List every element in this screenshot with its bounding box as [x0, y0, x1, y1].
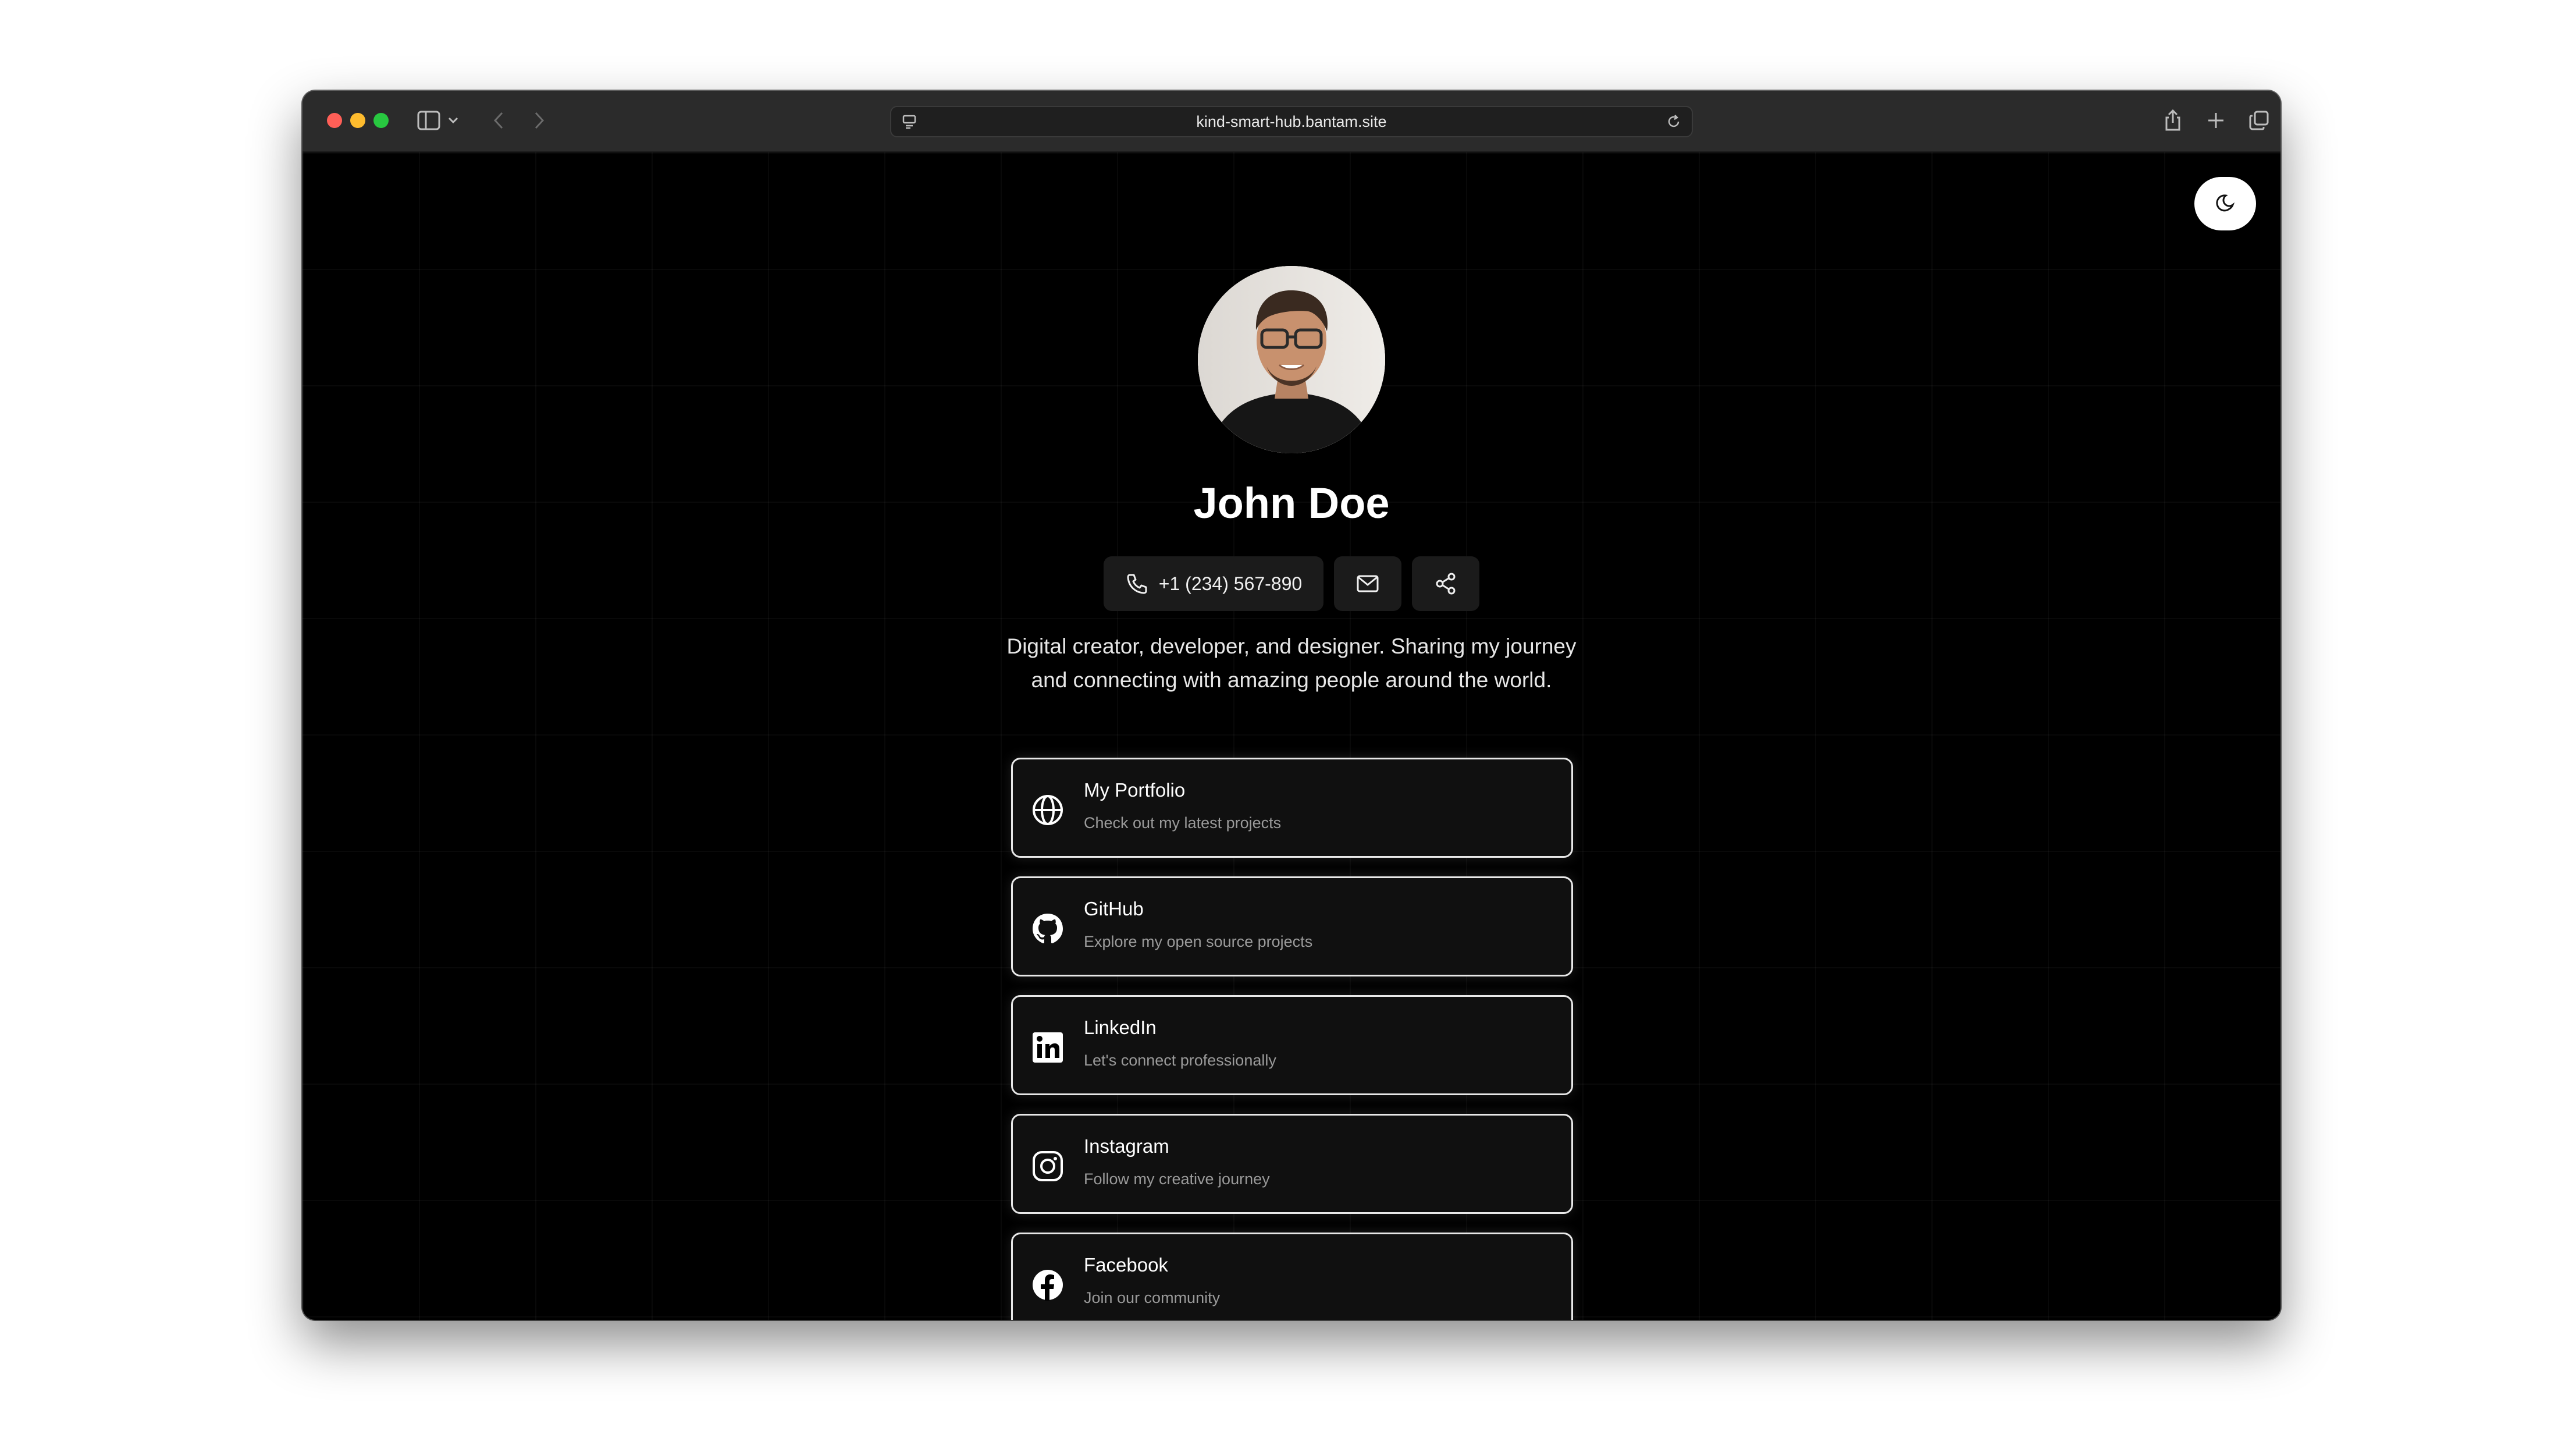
linkedin-icon: [1030, 1030, 1065, 1065]
link-title: GitHub: [1084, 898, 1144, 919]
link-title: My Portfolio: [1084, 779, 1186, 801]
link-subtitle: Check out my latest projects: [1084, 814, 1282, 832]
share-profile-button[interactable]: [1412, 556, 1479, 611]
contact-actions: +1 (234) 567-890: [303, 556, 2280, 611]
instagram-icon: [1030, 1149, 1065, 1184]
theme-toggle-button[interactable]: [2194, 177, 2256, 230]
link-card-github[interactable]: GitHub Explore my open source projects: [1011, 876, 1573, 976]
maximize-window-button[interactable]: [373, 113, 389, 128]
share-nodes-icon: [1436, 573, 1456, 595]
link-card-facebook[interactable]: Facebook Join our community: [1011, 1233, 1573, 1320]
profile-bio: Digital creator, developer, and designer…: [1006, 634, 1577, 692]
link-card-portfolio[interactable]: My Portfolio Check out my latest project…: [1011, 758, 1573, 858]
link-subtitle: Join our community: [1084, 1289, 1221, 1306]
github-icon: [1030, 911, 1065, 946]
link-title: LinkedIn: [1084, 1017, 1157, 1038]
url-text: kind-smart-hub.bantam.site: [1196, 112, 1387, 130]
phone-number: +1 (234) 567-890: [1158, 573, 1303, 594]
tab-overview-icon[interactable]: [2244, 106, 2273, 135]
browser-window: kind-smart-hub.bantam.site John Doe +1 (…: [303, 91, 2280, 1320]
link-title: Facebook: [1084, 1254, 1168, 1276]
avatar: [1198, 266, 1385, 453]
mail-icon: [1357, 575, 1379, 592]
forward-icon[interactable]: [525, 106, 554, 135]
browser-toolbar: kind-smart-hub.bantam.site: [303, 91, 2280, 152]
share-icon[interactable]: [2158, 106, 2187, 135]
reload-icon[interactable]: [1659, 107, 1688, 136]
chevron-down-icon[interactable]: [444, 106, 462, 135]
phone-icon: [1127, 574, 1147, 594]
moon-icon: [2216, 194, 2235, 212]
link-subtitle: Explore my open source projects: [1084, 933, 1313, 950]
email-button[interactable]: [1334, 556, 1401, 611]
profile-name: John Doe: [1193, 479, 1390, 527]
link-card-instagram[interactable]: Instagram Follow my creative journey: [1011, 1114, 1573, 1214]
link-subtitle: Follow my creative journey: [1084, 1170, 1270, 1188]
close-window-button[interactable]: [327, 113, 342, 128]
page-content: John Doe +1 (234) 567-890 Digital creato…: [303, 152, 2280, 1320]
link-card-linkedin[interactable]: LinkedIn Let's connect professionally: [1011, 995, 1573, 1095]
globe-icon: [1030, 793, 1065, 828]
link-list: My Portfolio Check out my latest project…: [1011, 758, 1573, 1320]
phone-button[interactable]: +1 (234) 567-890: [1104, 556, 1323, 611]
new-tab-icon[interactable]: [2201, 106, 2230, 135]
sidebar-toggle-icon[interactable]: [414, 106, 443, 135]
link-title: Instagram: [1084, 1135, 1169, 1157]
address-bar[interactable]: kind-smart-hub.bantam.site: [890, 106, 1693, 137]
back-icon[interactable]: [484, 106, 513, 135]
minimize-window-button[interactable]: [350, 113, 365, 128]
link-subtitle: Let's connect professionally: [1084, 1052, 1276, 1069]
facebook-icon: [1030, 1267, 1065, 1302]
